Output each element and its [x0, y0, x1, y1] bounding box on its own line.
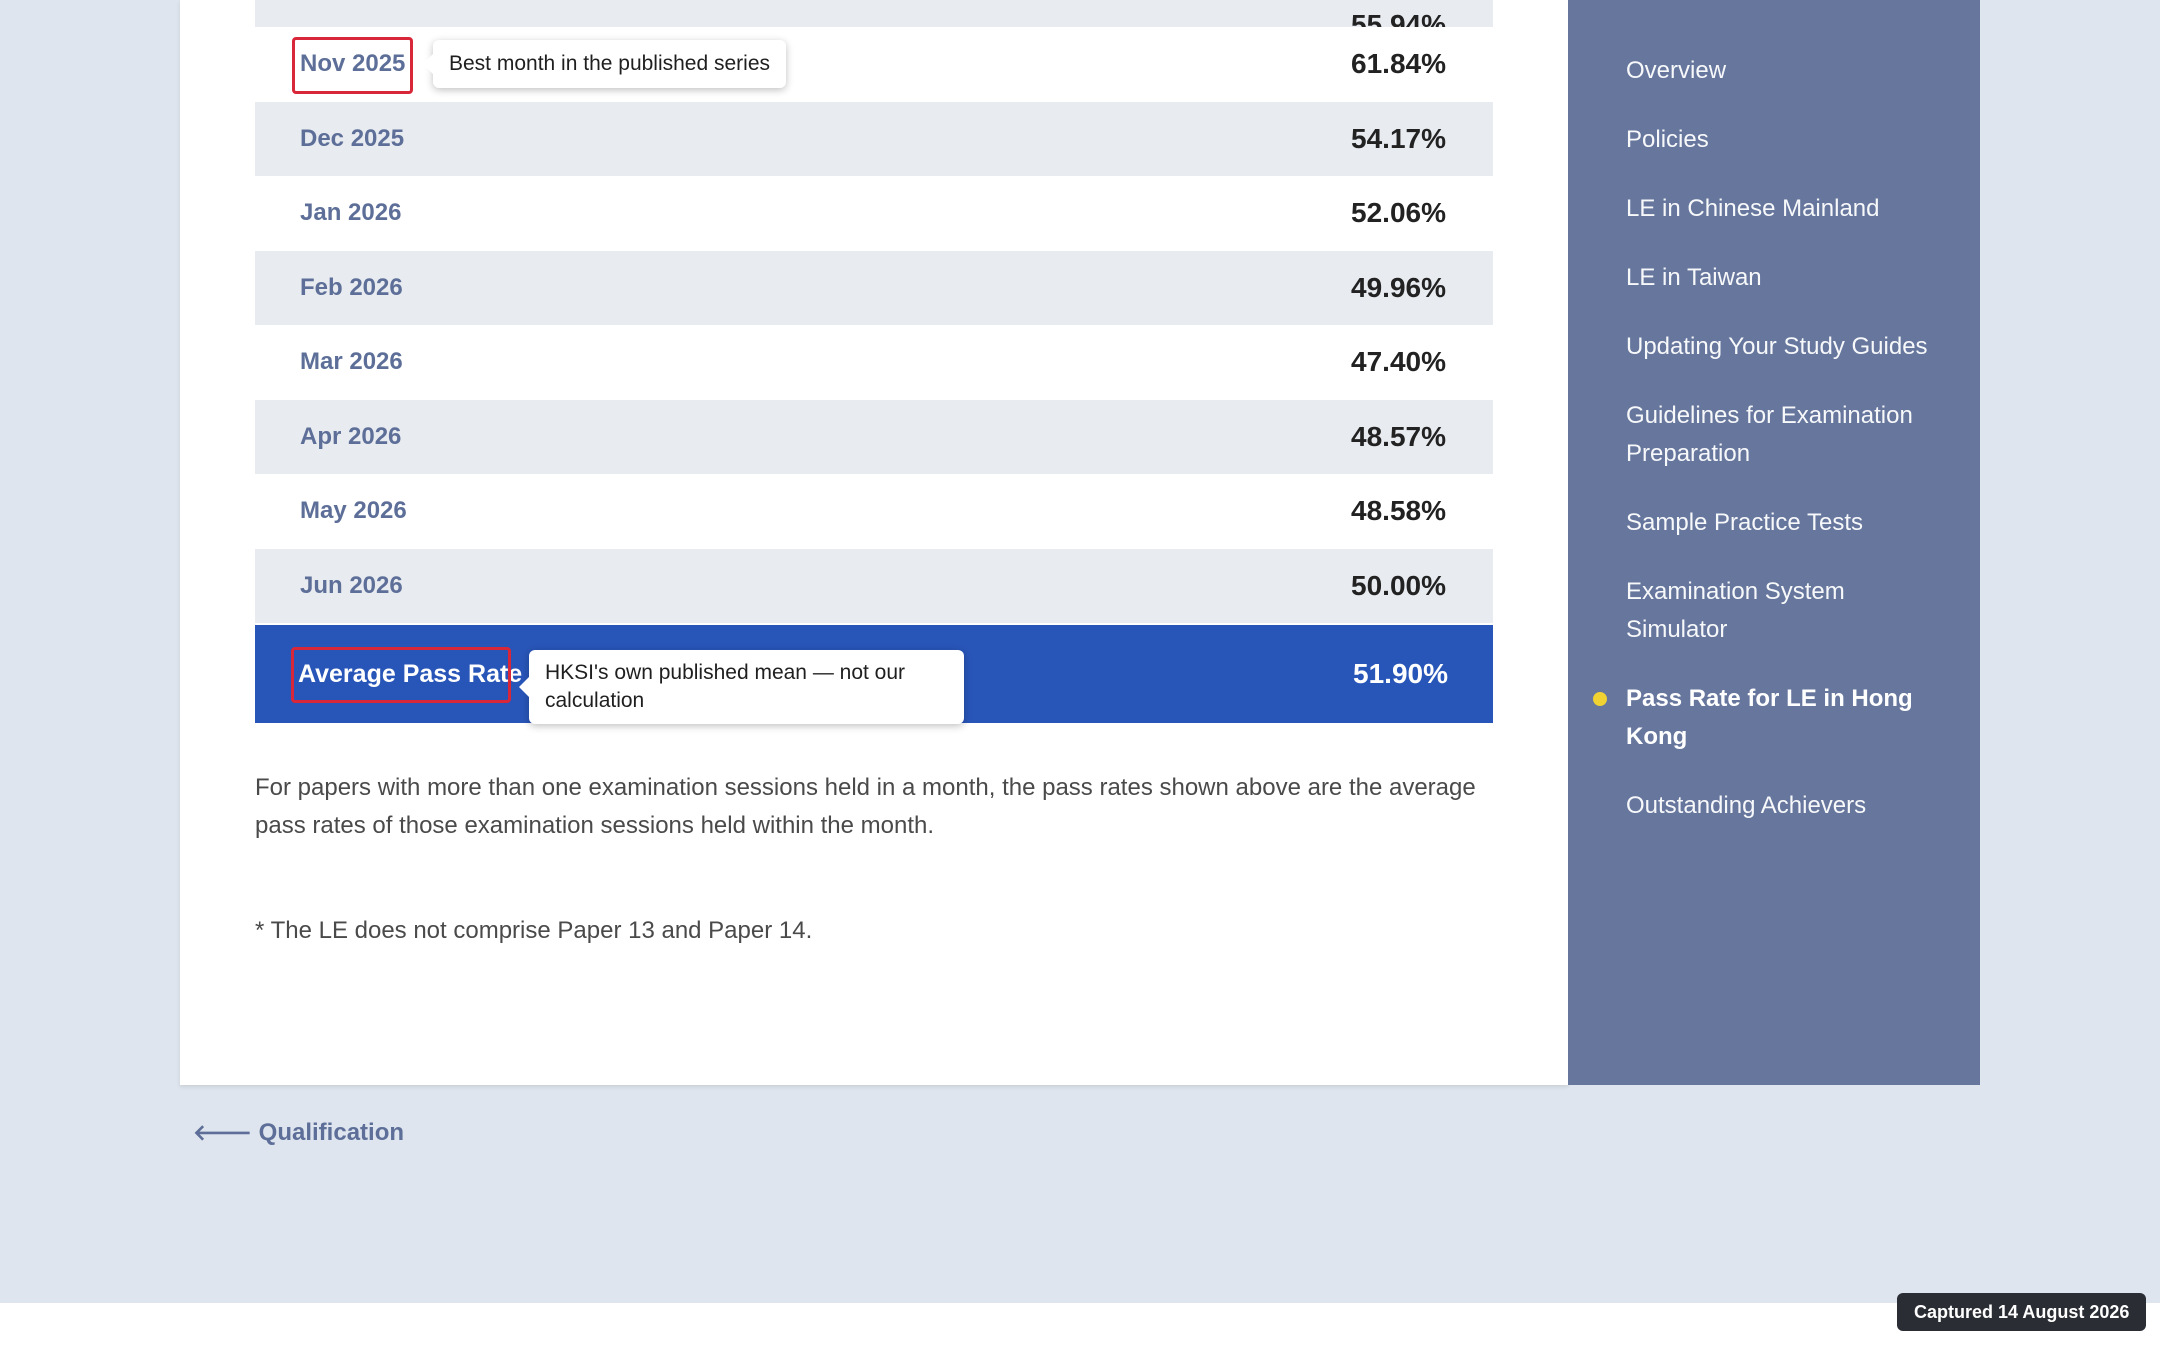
month-label: Mar 2026	[300, 348, 403, 376]
best-month-highlight	[292, 37, 413, 94]
sidebar-item-label: Pass Rate for LE in Hong Kong	[1626, 685, 1913, 750]
table-row: Feb 2026 49.96%	[255, 250, 1493, 325]
multi-session-note: For papers with more than one examinatio…	[255, 774, 1476, 839]
sidebar-item-sample-practice-tests[interactable]: Sample Practice Tests	[1626, 504, 1946, 542]
table-row: Jan 2026 52.06%	[255, 176, 1493, 251]
rate-value: 49.96%	[1351, 271, 1446, 303]
rate-value: 48.58%	[1351, 495, 1446, 527]
average-tooltip: HKSI's own published mean — not our calc…	[519, 650, 964, 724]
month-label: May 2026	[300, 497, 407, 525]
page-footer	[0, 1303, 2160, 1350]
rate-value: 55.94%	[1351, 9, 1446, 27]
table-row: 55.94%	[255, 0, 1493, 27]
sidebar-item-label: Overview	[1626, 57, 1727, 84]
average-tooltip-text: HKSI's own published mean — not our calc…	[545, 661, 906, 712]
sidebar-item-label: Guidelines for Examination Preparation	[1626, 402, 1913, 467]
month-label: Jun 2026	[300, 571, 403, 599]
sidebar-item-label: Examination System Simulator	[1626, 578, 1845, 643]
sidebar-item-label: LE in Chinese Mainland	[1626, 195, 1880, 222]
footnote: * The LE does not comprise Paper 13 and …	[255, 917, 813, 944]
month-label: Apr 2026	[300, 422, 402, 450]
rate-value: 61.84%	[1351, 48, 1446, 80]
average-value: 51.90%	[1353, 658, 1448, 689]
table-row: Apr 2026 48.57%	[255, 399, 1493, 474]
average-highlight	[291, 647, 511, 703]
sidebar-item-examination-simulator[interactable]: Examination System Simulator	[1626, 573, 1946, 649]
month-label: Dec 2025	[300, 124, 405, 152]
sidebar-item-le-chinese-mainland[interactable]: LE in Chinese Mainland	[1626, 190, 1946, 228]
best-month-tooltip: Best month in the published series	[422, 40, 787, 88]
sidebar-item-examination-guidelines[interactable]: Guidelines for Examination Preparation	[1626, 397, 1946, 473]
capture-stamp: Captured 14 August 2026	[1897, 1293, 2147, 1331]
table-row: Jun 2026 50.00%	[255, 548, 1493, 623]
rate-value: 48.57%	[1351, 420, 1446, 452]
rate-value: 54.17%	[1351, 122, 1446, 154]
sidebar-item-overview[interactable]: Overview	[1626, 52, 1946, 90]
sidebar-item-pass-rate[interactable]: Pass Rate for LE in Hong Kong	[1593, 680, 1946, 756]
arrow-left-icon: 🡐	[193, 1120, 252, 1145]
sidebar-item-label: Policies	[1626, 126, 1709, 153]
month-label: Feb 2026	[300, 273, 403, 301]
sidebar-item-le-taiwan[interactable]: LE in Taiwan	[1626, 259, 1946, 297]
pass-rate-table: 55.94% Nov 2025 61.84% Dec 2025 54.17% J…	[255, 0, 1493, 623]
sidebar-item-label: Outstanding Achievers	[1626, 792, 1867, 819]
sidebar-item-policies[interactable]: Policies	[1626, 121, 1946, 159]
active-indicator-dot	[1593, 692, 1607, 706]
sidebar: Overview Policies LE in Chinese Mainland…	[1568, 0, 1980, 1085]
sidebar-item-outstanding-achievers[interactable]: Outstanding Achievers	[1626, 787, 1946, 825]
sidebar-item-label: Sample Practice Tests	[1626, 509, 1863, 536]
table-row: Mar 2026 47.40%	[255, 325, 1493, 400]
sidebar-item-label: Updating Your Study Guides	[1626, 333, 1928, 360]
back-link-label: Qualification	[258, 1119, 405, 1146]
rate-value: 50.00%	[1351, 569, 1446, 601]
sidebar-item-updating-study-guides[interactable]: Updating Your Study Guides	[1626, 328, 1946, 366]
rate-value: 47.40%	[1351, 346, 1446, 378]
sidebar-item-label: LE in Taiwan	[1626, 264, 1762, 291]
table-row: Dec 2025 54.17%	[255, 101, 1493, 176]
back-link-qualification[interactable]: 🡐 Qualification	[193, 1119, 404, 1147]
table-row: May 2026 48.58%	[255, 474, 1493, 549]
month-label: Jan 2026	[300, 199, 402, 227]
sidebar-nav: Overview Policies LE in Chinese Mainland…	[1593, 52, 1946, 856]
rate-value: 52.06%	[1351, 197, 1446, 229]
best-month-tooltip-text: Best month in the published series	[449, 52, 771, 75]
